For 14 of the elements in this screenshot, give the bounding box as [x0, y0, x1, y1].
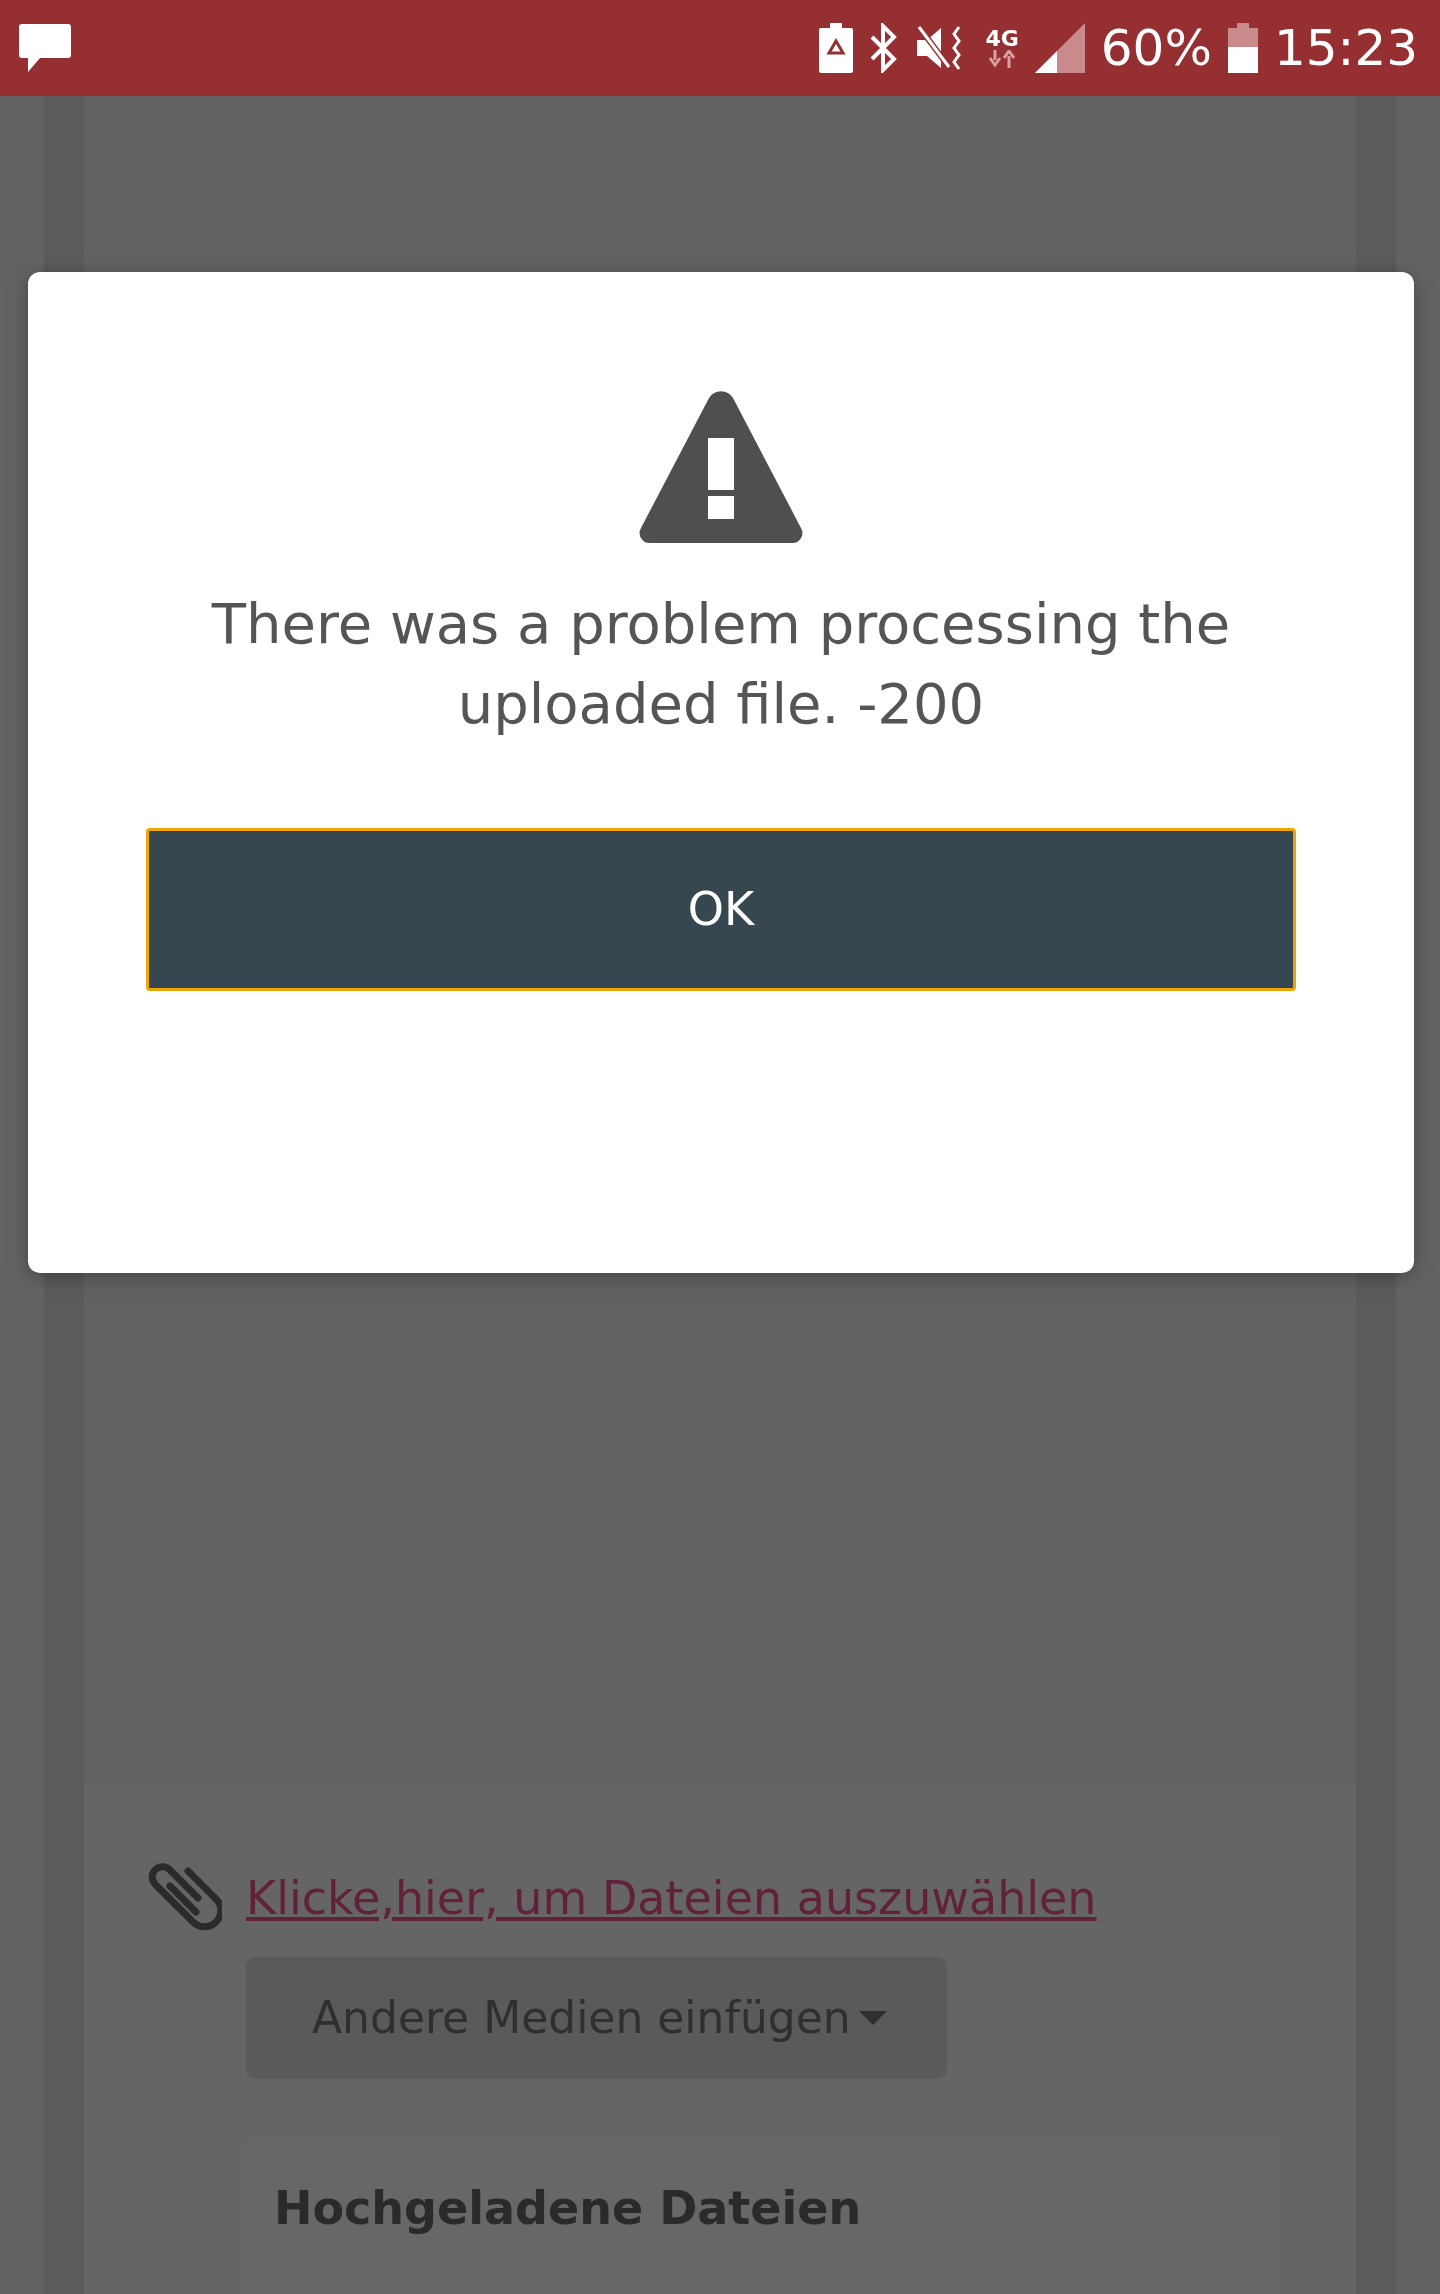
- uploaded-files-heading: Hochgeladene Dateien: [274, 2181, 863, 2237]
- error-message: There was a problem processing the uploaded file. -200: [210, 590, 1232, 738]
- ok-button[interactable]: OK: [146, 828, 1296, 991]
- battery-saver-icon: [819, 23, 854, 73]
- battery-icon: [1227, 23, 1258, 73]
- caret-icon: [858, 2011, 887, 2025]
- battery-percent: 60%: [1100, 23, 1212, 73]
- network-type: 4G: [985, 28, 1019, 50]
- warning-icon: [638, 390, 804, 544]
- chat-icon: [18, 22, 72, 74]
- attach-files-link[interactable]: Klicke,hier, um Dateien auszuwählen: [246, 1864, 1097, 1933]
- signal-icon: [1034, 23, 1085, 73]
- data-arrows-icon: [987, 50, 1018, 68]
- clock-time: 15:23: [1273, 23, 1418, 73]
